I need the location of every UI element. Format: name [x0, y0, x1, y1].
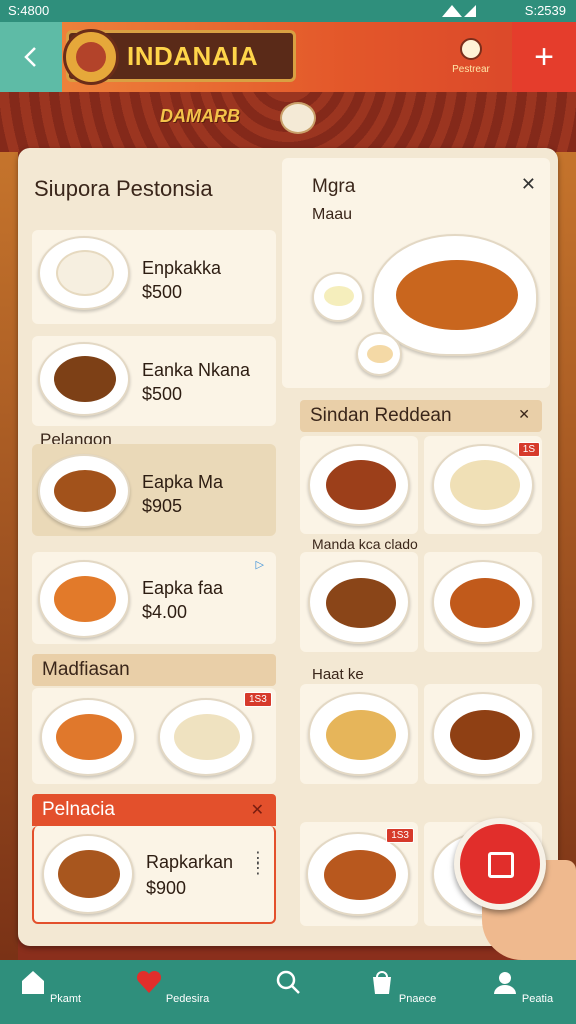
item-name: Eanka Nkana	[142, 360, 251, 380]
status-battery: S:2539	[524, 3, 566, 18]
account-icon	[460, 38, 482, 60]
grid-item[interactable]	[300, 552, 418, 652]
dish-image	[38, 342, 130, 416]
close-icon[interactable]: ✕	[521, 174, 536, 195]
wall-right	[556, 152, 576, 960]
chevron-left-icon	[24, 47, 36, 67]
item-name: Eapka faa	[142, 578, 224, 598]
item-name: Eapka Ma	[142, 472, 224, 492]
section-label: Haat ke	[312, 666, 364, 683]
menu-item-5[interactable]: Rapkarkan $900 ⋮ ⋮	[32, 826, 276, 924]
count-badge: 1S3	[244, 692, 272, 707]
section-header-right: Sindan Reddean ✕	[300, 400, 542, 432]
featured-subtitle: Maau	[312, 206, 353, 223]
signal-icon	[442, 5, 476, 17]
nav-label: Pedesira	[165, 993, 210, 1005]
dish-image[interactable]	[158, 698, 254, 776]
section-header-3: Pelnacia ✕	[32, 794, 276, 826]
grid-item[interactable]	[300, 436, 418, 534]
dish-image[interactable]	[40, 698, 136, 776]
dish-image	[306, 832, 410, 916]
banner-ribbon: DAMARB	[160, 106, 240, 126]
menu-item-1[interactable]: Enpkakka $500	[32, 230, 276, 324]
dish-image	[308, 444, 410, 526]
status-time: S:4800	[8, 3, 50, 18]
nav-item-favorites[interactable]: Pedesira	[122, 968, 222, 1005]
dish-image	[432, 560, 534, 644]
top-bar: INDANAIA Pestrear +	[0, 22, 576, 92]
count-badge: 1S	[517, 442, 540, 457]
square-icon	[488, 852, 514, 878]
floating-action-button[interactable]	[454, 818, 546, 910]
close-icon[interactable]: ✕	[251, 800, 264, 820]
item-price: $500	[142, 384, 183, 404]
dish-image	[38, 560, 130, 638]
account-button[interactable]: Pestrear	[436, 36, 506, 86]
sauce-bowl-image	[312, 272, 364, 322]
pin-icon[interactable]: ✕	[518, 406, 530, 423]
dish-image	[38, 454, 130, 528]
menu-item-3-selected[interactable]: Eapka Ma $905	[32, 444, 276, 536]
section-title: Madfiasan	[42, 659, 130, 680]
section-title: Sindan Reddean	[310, 405, 452, 426]
nav-item-home[interactable]: Pkamt	[0, 968, 100, 1005]
status-bar: S:4800 S:2539	[0, 0, 576, 22]
app-logo: INDANAIA	[63, 29, 296, 85]
featured-title: Mgra	[312, 176, 356, 197]
nav-item-search[interactable]	[238, 968, 338, 1005]
sauce-bowl-image	[356, 332, 402, 376]
dish-image	[42, 834, 134, 914]
nav-item-orders[interactable]: Pnaece	[352, 968, 452, 1005]
dish-image	[308, 560, 410, 644]
menu-item-4[interactable]: Eapka faa $4.00 ▷	[32, 552, 276, 644]
grid-item[interactable]: 1S	[424, 436, 542, 534]
featured-dish-image	[372, 234, 538, 356]
section-2-grid: 1S3	[32, 688, 276, 784]
item-price: $500	[142, 282, 183, 302]
wall-left	[0, 152, 18, 960]
grid-item[interactable]: 1S3	[300, 822, 418, 926]
bag-icon	[372, 971, 391, 994]
grid-item[interactable]	[300, 684, 418, 784]
more-options-icon[interactable]: ⋮ ⋮	[250, 851, 266, 877]
nav-label: Peatia	[521, 993, 554, 1005]
profile-icon	[493, 972, 516, 994]
grid-item[interactable]	[424, 684, 542, 784]
dish-image	[38, 236, 130, 310]
ad-info-icon[interactable]: ▷	[256, 558, 264, 571]
logo-text: INDANAIA	[127, 41, 259, 71]
nav-label: Pkamt	[49, 993, 82, 1005]
item-price: $900	[146, 878, 187, 898]
nav-label: Pnaece	[398, 993, 437, 1005]
home-icon	[21, 971, 44, 994]
dish-image	[308, 692, 410, 776]
decorative-banner: DAMARB	[0, 92, 576, 152]
account-label: Pestrear	[452, 64, 490, 75]
item-price: $905	[142, 496, 183, 516]
grid-item[interactable]	[424, 552, 542, 652]
item-name: Rapkarkan	[146, 852, 234, 872]
bowl-icon	[280, 102, 316, 134]
logo-emblem-icon	[63, 29, 119, 85]
menu-item-2[interactable]: Eanka Nkana $500	[32, 336, 276, 426]
count-badge: 1S3	[386, 828, 414, 843]
heart-icon	[136, 970, 161, 993]
nav-item-profile[interactable]: Peatia	[472, 968, 572, 1005]
plus-icon: +	[534, 37, 554, 76]
item-price: $4.00	[142, 602, 188, 622]
left-title: Siupora Pestonsia	[34, 176, 213, 201]
bottom-navigation: Pkamt Pedesira Pnaece Peatia	[0, 960, 576, 1024]
item-name: Enpkakka	[142, 258, 222, 278]
back-button[interactable]	[0, 22, 62, 92]
section-header-2: Madfiasan	[32, 654, 276, 686]
search-icon	[276, 970, 300, 994]
add-button[interactable]: +	[512, 22, 576, 92]
dish-image	[432, 692, 534, 776]
featured-card: Mgra Maau ✕	[282, 158, 550, 388]
section-title: Pelnacia	[42, 799, 115, 820]
section-label: Manda kca clado	[312, 536, 418, 552]
